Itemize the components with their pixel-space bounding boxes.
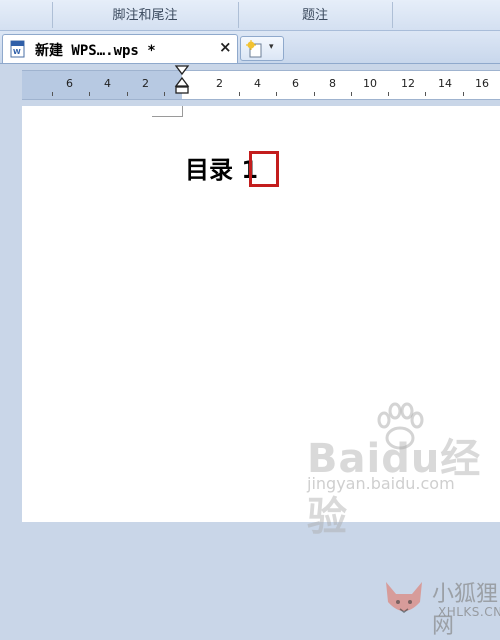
ruler-area: 6 4 2 2 4 6 8 10 12 14 16	[0, 64, 500, 106]
ribbon-group-footnotes[interactable]: 脚注和尾注	[52, 0, 238, 30]
ribbon-group-bar: 脚注和尾注 题注	[0, 0, 500, 31]
ruler-tick	[463, 92, 464, 96]
ruler-label: 6	[66, 77, 73, 90]
document-tab-title: 新建 WPS….wps *	[35, 43, 156, 59]
ruler-tick	[52, 92, 53, 96]
document-tab[interactable]: W 新建 WPS….wps * ×	[2, 34, 238, 63]
chevron-down-icon[interactable]: ▾	[269, 42, 274, 52]
fox-logo-icon	[386, 582, 422, 613]
ruler-tick	[388, 92, 389, 96]
ruler-tick	[239, 92, 240, 96]
ruler-label: 12	[401, 77, 415, 90]
highlight-box	[249, 151, 279, 187]
ruler-tick	[351, 92, 352, 96]
ruler-tick	[425, 92, 426, 96]
new-document-icon	[246, 40, 262, 58]
svg-text:W: W	[13, 48, 21, 56]
ruler-tick	[127, 92, 128, 96]
ribbon-separator	[392, 2, 393, 28]
close-icon[interactable]: ×	[219, 38, 232, 56]
document-page[interactable]: 目录 1 Baidu经验 jingyan.baidu.com 小狐狸网 XHLK…	[22, 106, 500, 639]
toc-heading[interactable]: 目录 1	[185, 150, 258, 185]
ruler-tick	[164, 92, 165, 96]
document-tab-bar: W 新建 WPS….wps * × ▾	[0, 31, 500, 64]
ruler-label: 2	[142, 77, 149, 90]
wps-document-icon: W	[10, 40, 25, 58]
jingyan-watermark: jingyan.baidu.com	[307, 474, 455, 493]
ribbon-group-captions[interactable]: 题注	[238, 0, 392, 30]
new-document-button[interactable]: ▾	[240, 36, 284, 61]
ruler-label: 16	[475, 77, 489, 90]
ruler-tick	[89, 92, 90, 96]
ruler-label: 8	[329, 77, 336, 90]
ruler-label: 10	[363, 77, 377, 90]
ruler-label: 14	[438, 77, 452, 90]
ruler-tick	[314, 92, 315, 96]
xhlks-watermark-url: XHLKS.CN	[438, 605, 500, 619]
ruler-margin-shade	[22, 71, 182, 99]
ruler-label: 2	[216, 77, 223, 90]
ruler-label: 6	[292, 77, 299, 90]
horizontal-ruler[interactable]: 6 4 2 2 4 6 8 10 12 14 16	[22, 70, 500, 100]
ruler-tick	[276, 92, 277, 96]
ruler-label: 4	[104, 77, 111, 90]
page-margin-corner	[152, 106, 183, 117]
ruler-label: 4	[254, 77, 261, 90]
indent-marker-icon[interactable]	[174, 64, 190, 94]
